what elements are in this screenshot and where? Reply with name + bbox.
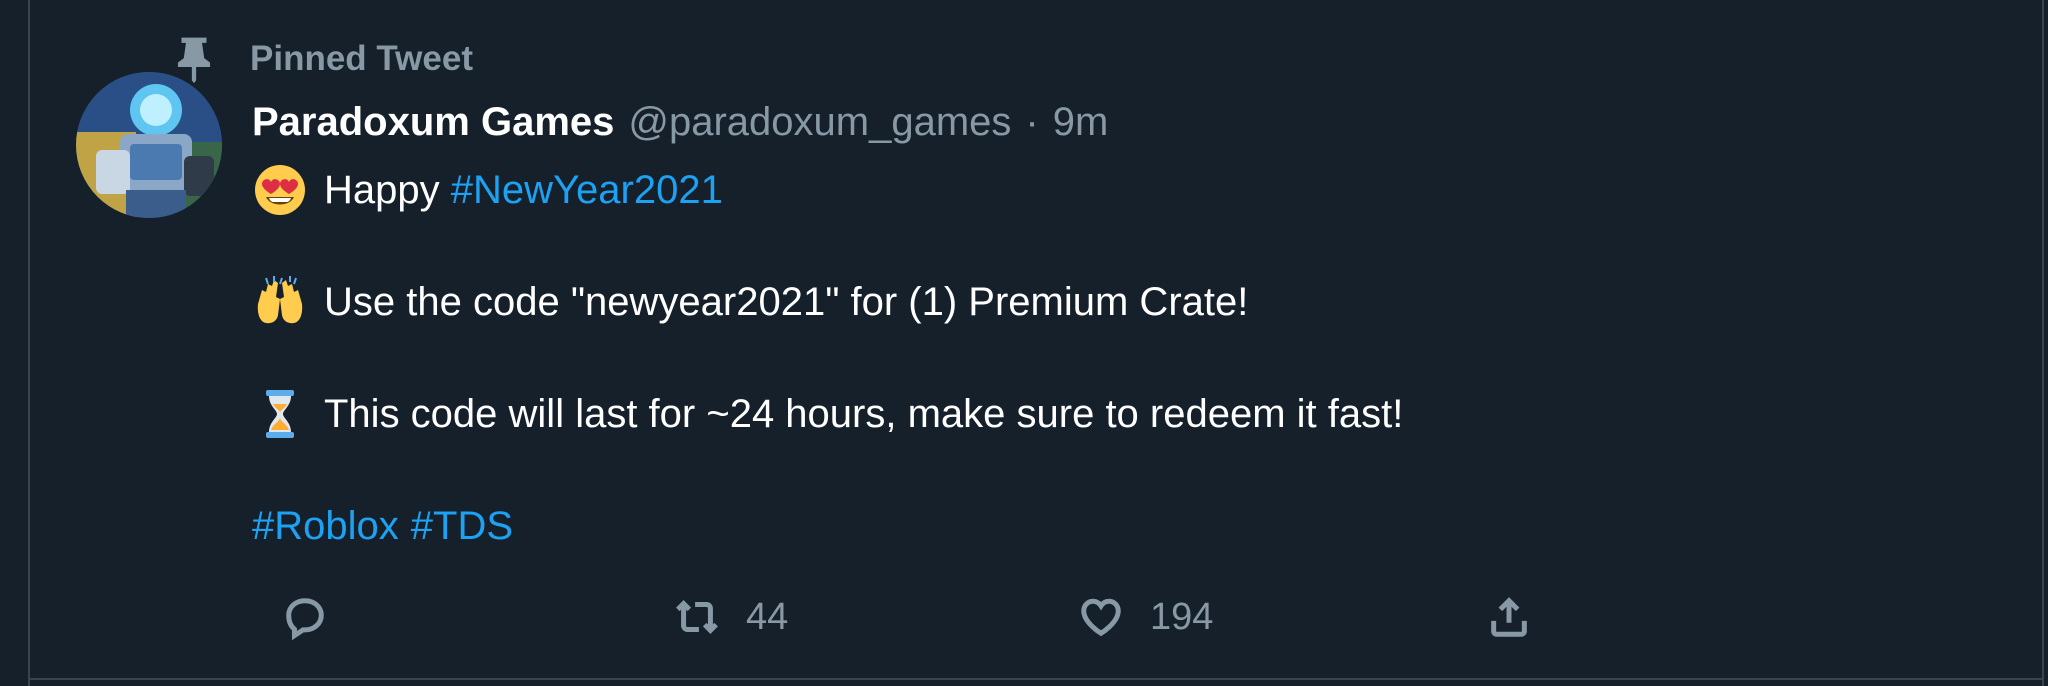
tweet-card[interactable]: Pinned Tweet Paradoxum Games @paradoxum_… xyxy=(30,0,2042,678)
heart-eyes-emoji xyxy=(252,162,308,218)
display-name[interactable]: Paradoxum Games xyxy=(252,100,614,145)
reply-button[interactable] xyxy=(282,586,354,648)
share-button[interactable] xyxy=(1486,586,1532,648)
hourglass-emoji xyxy=(252,386,308,442)
retweet-button[interactable]: 44 xyxy=(674,586,788,648)
retweet-icon xyxy=(676,600,718,634)
frame-right-border xyxy=(2042,0,2044,686)
frame-bottom-border xyxy=(28,678,2044,680)
pin-icon xyxy=(172,34,216,84)
share-icon xyxy=(1491,597,1527,637)
avatar[interactable] xyxy=(76,72,222,218)
reply-icon xyxy=(286,598,324,640)
line-3-text: This code will last for ~24 hours, make … xyxy=(324,392,1404,436)
like-count: 194 xyxy=(1150,595,1214,638)
raising-hands-emoji xyxy=(252,274,308,330)
timestamp[interactable]: 9m xyxy=(1053,100,1109,145)
like-button[interactable]: 194 xyxy=(1078,586,1213,648)
tweet-actions: 44 194 xyxy=(252,586,1552,648)
handle[interactable]: @paradoxum_games xyxy=(628,100,1011,145)
line-2-text: Use the code "newyear2021" for (1) Premi… xyxy=(324,280,1249,324)
tweet-line-1: Happy #NewYear2021 xyxy=(252,162,2032,218)
heart-icon xyxy=(1081,598,1121,637)
pinned-indicator: Pinned Tweet xyxy=(172,34,473,84)
retweet-count: 44 xyxy=(746,595,789,638)
hashtag-newyear2021[interactable]: #NewYear2021 xyxy=(451,162,723,218)
hashtag-roblox[interactable]: #Roblox xyxy=(252,498,399,554)
line-1-text: Happy xyxy=(324,168,451,212)
hashtag-tds[interactable]: #TDS xyxy=(411,498,513,554)
tweet-content: Paradoxum Games @paradoxum_games · 9m Ha… xyxy=(252,100,2032,554)
tweet-line-2: Use the code "newyear2021" for (1) Premi… xyxy=(252,274,2032,330)
tweet-hashtags: #Roblox #TDS xyxy=(252,498,2032,554)
tweet-header: Paradoxum Games @paradoxum_games · 9m xyxy=(252,100,2032,158)
pinned-label: Pinned Tweet xyxy=(250,39,473,78)
separator-dot: · xyxy=(1025,100,1039,144)
tweet-line-3: This code will last for ~24 hours, make … xyxy=(252,386,2032,442)
